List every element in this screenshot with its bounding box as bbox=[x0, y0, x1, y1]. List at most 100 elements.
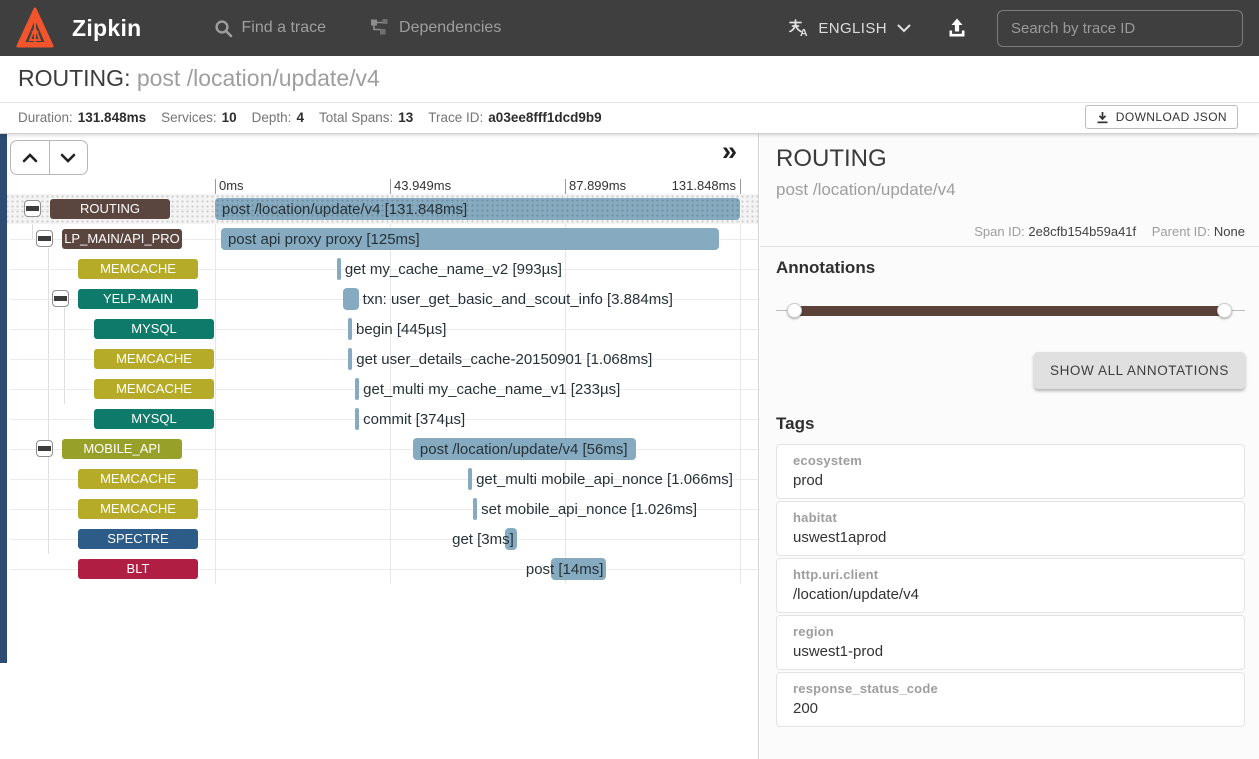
span-bar[interactable] bbox=[343, 288, 358, 310]
language-selector[interactable]: A ENGLISH bbox=[788, 18, 911, 38]
detail-divider bbox=[760, 246, 1259, 247]
timeline-gridline bbox=[215, 197, 216, 584]
service-badge[interactable]: MYSQL bbox=[94, 319, 214, 339]
navbar: Zipkin Find a trace Dependencies A bbox=[0, 0, 1259, 56]
download-json-label: DOWNLOAD JSON bbox=[1116, 110, 1227, 124]
stat-value: 4 bbox=[296, 110, 304, 125]
minus-glyph bbox=[54, 296, 67, 301]
previous-span-button[interactable] bbox=[11, 141, 49, 174]
tag-card: regionuswest1-prod bbox=[776, 615, 1245, 670]
tag-key: response_status_code bbox=[793, 681, 1228, 696]
collapse-detail-panel-icon[interactable]: » bbox=[722, 138, 737, 165]
service-badge[interactable]: LP_MAIN/API_PRO bbox=[62, 229, 182, 249]
span-bar[interactable] bbox=[355, 378, 359, 400]
stat-value: a03ee8fff1dcd9b9 bbox=[488, 110, 601, 125]
nav-find-a-trace[interactable]: Find a trace bbox=[214, 19, 326, 38]
title-divider bbox=[0, 102, 1259, 103]
span-bar[interactable] bbox=[473, 498, 477, 520]
span-label: post [14ms] bbox=[526, 560, 604, 579]
tag-key: ecosystem bbox=[793, 453, 1228, 468]
service-badge[interactable]: MEMCACHE bbox=[94, 379, 214, 399]
span-navigation-group bbox=[10, 140, 88, 175]
slider-handle-right[interactable] bbox=[1217, 303, 1232, 318]
parent-id-value: None bbox=[1214, 224, 1245, 239]
trace-stats: Duration:131.848msServices:10Depth:4Tota… bbox=[18, 110, 617, 125]
span-bar[interactable] bbox=[337, 258, 341, 280]
brand-title[interactable]: Zipkin bbox=[72, 15, 142, 42]
zipkin-logo-icon[interactable] bbox=[16, 7, 54, 49]
span-bar[interactable] bbox=[468, 468, 472, 490]
service-badge[interactable]: MEMCACHE bbox=[78, 469, 198, 489]
timeline-tick-label: 131.848ms bbox=[643, 178, 736, 193]
service-badge[interactable]: BLT bbox=[78, 559, 198, 579]
download-json-button[interactable]: DOWNLOAD JSON bbox=[1085, 105, 1238, 129]
download-icon bbox=[1096, 111, 1109, 124]
nav-find-label: Find a trace bbox=[242, 19, 326, 37]
service-badge[interactable]: MYSQL bbox=[94, 409, 214, 429]
service-badge[interactable]: MEMCACHE bbox=[78, 259, 198, 279]
span-bar[interactable] bbox=[355, 408, 359, 430]
tag-value: uswest1aprod bbox=[793, 529, 1228, 546]
trace-title-endpoint: post /location/update/v4 bbox=[130, 65, 379, 91]
span-label: commit [374µs] bbox=[363, 410, 465, 429]
trace-header: ROUTING: post /location/update/v4 Durati… bbox=[0, 56, 1259, 134]
dependencies-icon bbox=[370, 18, 390, 38]
minus-glyph bbox=[38, 236, 51, 241]
expander-collapse-icon[interactable] bbox=[36, 440, 53, 457]
service-badge[interactable]: MOBILE_API bbox=[62, 439, 182, 459]
span-label: set mobile_api_nonce [1.026ms] bbox=[481, 500, 697, 519]
svg-text:A: A bbox=[800, 27, 808, 38]
stat-value: 131.848ms bbox=[78, 110, 146, 125]
span-detail-panel: ROUTING post /location/update/v4 Span ID… bbox=[760, 134, 1259, 759]
service-badge[interactable]: YELP-MAIN bbox=[78, 289, 198, 309]
search-by-trace-id-input[interactable] bbox=[997, 10, 1243, 47]
span-label: get_multi mobile_api_nonce [1.066ms] bbox=[476, 470, 733, 489]
expander-collapse-icon[interactable] bbox=[52, 290, 69, 307]
service-badge[interactable]: MEMCACHE bbox=[78, 499, 198, 519]
minus-glyph bbox=[38, 446, 51, 451]
minus-glyph bbox=[26, 206, 39, 211]
stat-value: 10 bbox=[222, 110, 237, 125]
span-id-label: Span ID: bbox=[974, 224, 1025, 239]
annotations-heading: Annotations bbox=[776, 258, 875, 278]
service-badge[interactable]: SPECTRE bbox=[78, 529, 198, 549]
span-bar[interactable] bbox=[348, 318, 352, 340]
search-icon bbox=[214, 19, 233, 38]
span-label: get [3ms] bbox=[452, 530, 514, 549]
service-badge[interactable]: ROUTING bbox=[50, 199, 170, 219]
span-label: get my_cache_name_v2 [993µs] bbox=[345, 260, 562, 279]
chevron-down-icon bbox=[897, 24, 911, 33]
tag-key: http.uri.client bbox=[793, 567, 1228, 582]
stat-label: Depth: bbox=[252, 110, 292, 125]
span-bar[interactable] bbox=[348, 348, 352, 370]
trace-timeline-panel: » 0ms43.949ms87.899ms131.848msROUTINGpos… bbox=[0, 134, 759, 759]
trace-title: ROUTING: post /location/update/v4 bbox=[18, 65, 380, 92]
expander-collapse-icon[interactable] bbox=[36, 230, 53, 247]
tag-key: habitat bbox=[793, 510, 1228, 525]
tags-list: ecosystem prod habitat uswest1aprod http.uri… bbox=[776, 444, 1245, 729]
upload-icon[interactable] bbox=[945, 16, 969, 40]
service-badge[interactable]: MEMCACHE bbox=[94, 349, 214, 369]
span-id-value: 2e8cfb154b59a41f bbox=[1028, 224, 1136, 239]
stat-label: Services: bbox=[161, 110, 217, 125]
timeline-gridline bbox=[740, 197, 741, 584]
stat-value: 13 bbox=[398, 110, 413, 125]
tag-key: region bbox=[793, 624, 1228, 639]
nav-dependencies[interactable]: Dependencies bbox=[370, 18, 501, 38]
mini-timeline-strip[interactable] bbox=[0, 134, 7, 663]
show-all-annotations-button[interactable]: SHOW ALL ANNOTATIONS bbox=[1034, 352, 1245, 389]
tags-heading: Tags bbox=[776, 414, 814, 434]
span-label: get user_details_cache-20150901 [1.068ms… bbox=[356, 350, 652, 369]
slider-track[interactable] bbox=[794, 306, 1225, 316]
annotations-range-slider[interactable] bbox=[776, 300, 1245, 322]
expander-collapse-icon[interactable] bbox=[24, 200, 41, 217]
tag-value: prod bbox=[793, 472, 1228, 489]
navbar-right: A ENGLISH bbox=[788, 10, 1243, 47]
span-label: post /location/update/v4 [131.848ms] bbox=[222, 200, 467, 219]
span-label: post api proxy proxy [125ms] bbox=[228, 230, 420, 249]
stat-label: Trace ID: bbox=[428, 110, 483, 125]
trace-title-service: ROUTING bbox=[18, 65, 124, 91]
next-span-button[interactable] bbox=[49, 141, 88, 174]
slider-handle-left[interactable] bbox=[787, 303, 802, 318]
tag-card: ecosystem prod bbox=[776, 444, 1245, 499]
